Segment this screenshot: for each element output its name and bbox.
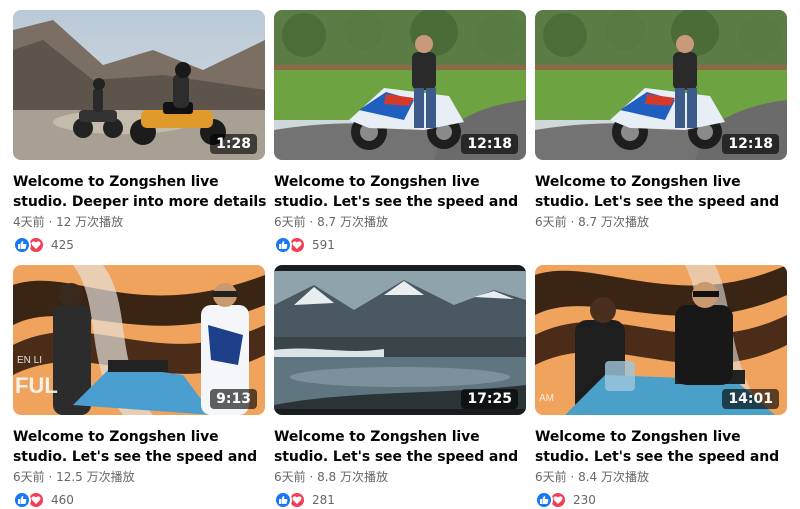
reaction-count: 281	[312, 493, 335, 507]
video-card[interactable]: AM 14:01 Welcome to Zongshen live studio…	[535, 265, 787, 509]
svg-text:FUL: FUL	[15, 373, 58, 398]
like-icon	[274, 491, 292, 509]
reaction-count: 425	[51, 238, 74, 252]
video-meta: 6天前 · 8.4 万次播放	[535, 470, 649, 484]
video-thumbnail[interactable]: 12:18	[274, 10, 526, 160]
video-duration: 17:25	[461, 389, 518, 409]
video-meta: 6天前 · 8.7 万次播放	[535, 215, 649, 229]
video-title[interactable]: Welcome to Zongshen live studio. Deeper …	[13, 172, 269, 212]
video-duration: 14:01	[722, 389, 779, 409]
video-duration: 9:13	[210, 389, 257, 409]
video-card[interactable]: 17:25 Welcome to Zongshen live studio. L…	[274, 265, 526, 509]
video-meta: 6天前 · 8.7 万次播放	[274, 215, 388, 229]
video-thumbnail[interactable]: AM 14:01	[535, 265, 787, 415]
reactions-summary[interactable]: 460	[13, 491, 265, 509]
video-thumbnail[interactable]: EN LI FUL 9:13	[13, 265, 265, 415]
video-duration: 12:18	[722, 134, 779, 154]
video-thumbnail[interactable]: 1:28	[13, 10, 265, 160]
like-icon	[535, 491, 553, 509]
reaction-count: 460	[51, 493, 74, 507]
video-meta: 6天前 · 8.8 万次播放	[274, 470, 388, 484]
reaction-count: 591	[312, 238, 335, 252]
video-card[interactable]: EN LI FUL 9:13 Welcome to Zongshen live …	[13, 265, 265, 509]
reactions-summary[interactable]: 425	[13, 236, 265, 254]
video-grid: 1:28 Welcome to Zongshen live studio. De…	[0, 0, 800, 509]
reactions-summary[interactable]: 281	[274, 491, 526, 509]
video-title[interactable]: Welcome to Zongshen live studio. Let's s…	[274, 172, 530, 212]
like-icon	[13, 236, 31, 254]
video-title[interactable]: Welcome to Zongshen live studio. Let's s…	[13, 427, 269, 467]
like-icon	[13, 491, 31, 509]
reaction-count: 230	[573, 493, 596, 507]
reactions-summary[interactable]: 230	[535, 491, 787, 509]
like-icon	[274, 236, 292, 254]
video-meta: 4天前 · 12 万次播放	[13, 215, 124, 229]
video-card[interactable]: 12:18 Welcome to Zongshen live studio. L…	[274, 10, 526, 254]
video-duration: 12:18	[461, 134, 518, 154]
video-card[interactable]: 1:28 Welcome to Zongshen live studio. De…	[13, 10, 266, 254]
video-thumbnail[interactable]: 12:18	[535, 10, 787, 160]
video-meta: 6天前 · 12.5 万次播放	[13, 470, 135, 484]
video-duration: 1:28	[210, 134, 257, 154]
svg-text:AM: AM	[539, 393, 554, 404]
video-thumbnail[interactable]: 17:25	[274, 265, 526, 415]
video-card[interactable]: 12:18 Welcome to Zongshen live studio. L…	[535, 10, 787, 230]
video-title[interactable]: Welcome to Zongshen live studio. Let's s…	[274, 427, 530, 467]
svg-text:EN LI: EN LI	[17, 355, 42, 366]
reactions-summary[interactable]: 591	[274, 236, 526, 254]
video-title[interactable]: Welcome to Zongshen live studio. Let's s…	[535, 427, 791, 467]
video-title[interactable]: Welcome to Zongshen live studio. Let's s…	[535, 172, 791, 212]
